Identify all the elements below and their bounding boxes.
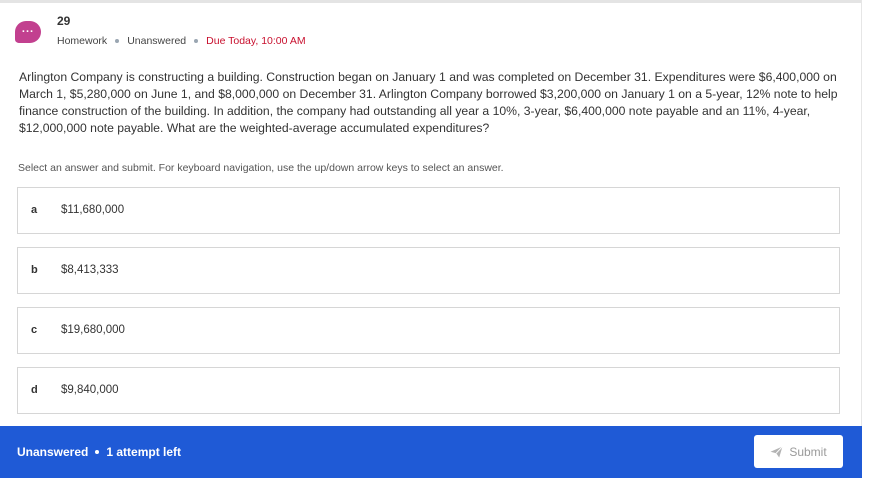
option-letter: b (31, 264, 38, 276)
answer-instructions: Select an answer and submit. For keyboar… (18, 162, 504, 174)
right-divider (861, 0, 862, 426)
answer-status: Unanswered (127, 35, 187, 47)
footer-answer-status: Unanswered (17, 445, 89, 459)
option-text: $8,413,333 (61, 264, 119, 276)
send-icon (770, 445, 784, 457)
footer-status: Unanswered 1 attempt left (17, 445, 181, 459)
submit-label: Submit (789, 444, 827, 459)
submission-footer: Unanswered 1 attempt left Submit (0, 426, 862, 478)
option-text: $11,680,000 (61, 204, 125, 216)
answer-option-b[interactable]: b $8,413,333 (17, 247, 840, 294)
answer-option-a[interactable]: a $11,680,000 (17, 187, 840, 234)
answer-option-c[interactable]: c $19,680,000 (17, 307, 840, 354)
separator-dot (194, 39, 199, 43)
question-text: Arlington Company is constructing a buil… (19, 70, 838, 135)
question-page: ... 29 Homework Unanswered Due Today, 10… (0, 0, 881, 484)
option-letter: a (31, 204, 38, 216)
option-letter: c (31, 324, 38, 336)
bottom-margin (0, 478, 881, 484)
separator-dot (95, 450, 100, 454)
option-text: $9,840,000 (61, 384, 119, 396)
option-text: $19,680,000 (61, 324, 125, 336)
answer-option-d[interactable]: d $9,840,000 (17, 367, 840, 414)
attempts-left: 1 attempt left (106, 445, 182, 459)
chat-bubble-icon: ... (15, 21, 41, 43)
question-meta: Homework Unanswered Due Today, 10:00 AM (57, 35, 306, 47)
separator-dot (115, 39, 120, 43)
submit-button[interactable]: Submit (754, 435, 843, 468)
option-letter: d (31, 384, 38, 396)
top-divider (0, 0, 862, 3)
assignment-type: Homework (57, 35, 108, 47)
due-date: Due Today, 10:00 AM (206, 35, 306, 47)
question-number: 29 (57, 14, 71, 28)
